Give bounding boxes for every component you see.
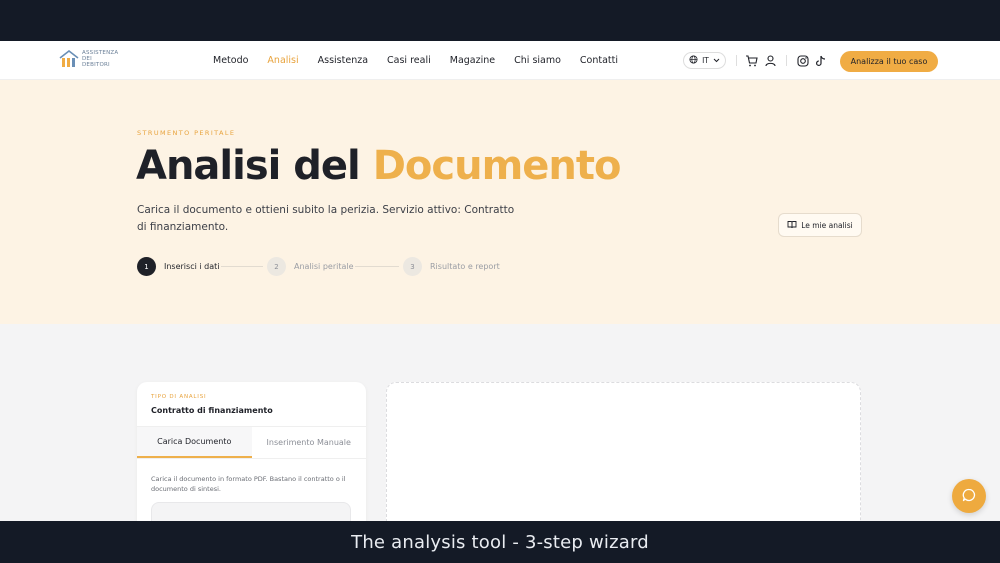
nav-link-chi-siamo[interactable]: Chi siamo (514, 55, 561, 66)
analysis-type-value: Contratto di finanziamento (151, 406, 273, 415)
nav-link-analisi[interactable]: Analisi (267, 55, 298, 66)
hero-description: Carica il documento e ottieni subito la … (137, 204, 515, 233)
result-panel (386, 382, 861, 532)
video-top-band (0, 0, 1000, 41)
page-title: Analisi del Documento (136, 143, 622, 189)
step-label: Inserisci i dati (164, 262, 220, 271)
step-connector (221, 266, 263, 267)
tab-manual-entry[interactable]: Inserimento Manuale (252, 427, 367, 458)
title-accent: Documento (372, 143, 622, 189)
hero-section: STRUMENTO PERITALE Analisi del Documento… (0, 80, 1000, 324)
step-label: Analisi peritale (294, 262, 354, 271)
nav-link-casi-reali[interactable]: Casi reali (387, 55, 431, 66)
logo-text: ASSISTENZA DEI DEBITORI (82, 50, 118, 68)
globe-icon (689, 55, 698, 66)
book-icon (787, 220, 797, 231)
wizard-step: 3 Risultato e report (403, 257, 500, 276)
video-caption: The analysis tool - 3-step wizard (351, 531, 649, 553)
upload-hint: Carica il documento in formato PDF. Bast… (151, 475, 346, 493)
my-analyses-label: Le mie analisi (801, 220, 853, 230)
cart-icon[interactable] (745, 54, 758, 67)
analysis-type-label: TIPO DI ANALISI (151, 394, 207, 400)
nav-link-assistenza[interactable]: Assistenza (318, 55, 368, 66)
wizard-step: 2 Analisi peritale (267, 257, 354, 276)
logo-line: DEBITORI (82, 62, 110, 68)
logo[interactable]: ASSISTENZA DEI DEBITORI (59, 49, 118, 68)
step-label: Risultato e report (430, 262, 500, 271)
language-selector[interactable]: IT (683, 52, 726, 69)
nav-link-magazine[interactable]: Magazine (450, 55, 495, 66)
language-code: IT (702, 56, 709, 65)
input-mode-tabs: Carica Documento Inserimento Manuale (137, 426, 366, 459)
wizard-step: 1 Inserisci i dati (137, 257, 219, 276)
analyze-case-button[interactable]: Analizza il tuo caso (840, 51, 938, 72)
content-section: TIPO DI ANALISI Contratto di finanziamen… (0, 324, 1000, 532)
caption-bar: The analysis tool - 3-step wizard (0, 521, 1000, 563)
main-nav: Metodo Analisi Assistenza Casi reali Mag… (213, 41, 618, 80)
chevron-down-icon (713, 56, 720, 65)
chat-bubble-icon (962, 487, 976, 506)
my-analyses-button[interactable]: Le mie analisi (778, 213, 862, 237)
house-logo-icon (59, 49, 79, 68)
step-number: 3 (403, 257, 422, 276)
nav-link-contatti[interactable]: Contatti (580, 55, 618, 66)
tab-upload-document[interactable]: Carica Documento (137, 427, 252, 458)
title-main: Analisi del (136, 143, 361, 189)
step-connector (355, 266, 399, 267)
step-number: 1 (137, 257, 156, 276)
analysis-form-card: TIPO DI ANALISI Contratto di finanziamen… (137, 382, 366, 532)
instagram-icon[interactable] (796, 54, 809, 67)
nav-divider (736, 55, 737, 66)
navbar: ASSISTENZA DEI DEBITORI Metodo Analisi A… (0, 41, 1000, 80)
step-number: 2 (267, 257, 286, 276)
nav-link-metodo[interactable]: Metodo (213, 55, 248, 66)
hero-eyebrow: STRUMENTO PERITALE (137, 129, 236, 137)
chat-button[interactable] (952, 479, 986, 513)
tiktok-icon[interactable] (814, 54, 827, 67)
user-icon[interactable] (764, 54, 777, 67)
nav-divider (786, 55, 787, 66)
